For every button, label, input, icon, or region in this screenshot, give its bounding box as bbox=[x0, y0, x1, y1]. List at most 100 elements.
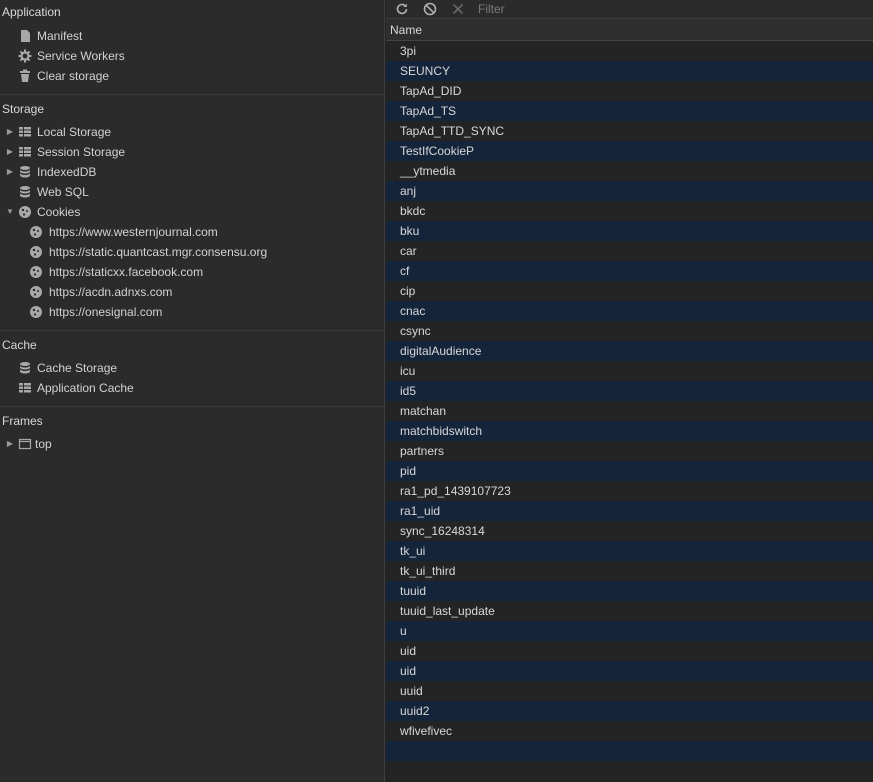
cookie-origin-label: https://static.quantcast.mgr.consensu.or… bbox=[49, 245, 268, 259]
grid-icon bbox=[18, 381, 32, 395]
sidebar-item-cookie-origin[interactable]: https://staticxx.facebook.com bbox=[0, 262, 384, 282]
cookie-origin-label: https://staticxx.facebook.com bbox=[49, 265, 204, 279]
table-row[interactable]: tk_ui bbox=[386, 541, 873, 561]
table-row-empty bbox=[386, 761, 873, 781]
table-row[interactable]: cf bbox=[386, 261, 873, 281]
sidebar-item-label: Web SQL bbox=[37, 185, 89, 199]
table-row[interactable]: u bbox=[386, 621, 873, 641]
table-row[interactable]: id5 bbox=[386, 381, 873, 401]
sidebar-item-frame-top[interactable]: ▶ top bbox=[0, 434, 384, 454]
frame-icon bbox=[18, 437, 32, 451]
sidebar-item-cookies[interactable]: ▼ Cookies bbox=[0, 202, 384, 222]
expand-arrow-icon[interactable]: ▶ bbox=[5, 142, 15, 162]
table-row[interactable]: bku bbox=[386, 221, 873, 241]
cookie-origin-label: https://www.westernjournal.com bbox=[49, 225, 218, 239]
table-row[interactable]: ra1_pd_1439107723 bbox=[386, 481, 873, 501]
cookie-icon bbox=[29, 225, 43, 239]
sidebar-item-clear-storage[interactable]: Clear storage bbox=[0, 66, 384, 86]
table-row[interactable]: TapAd_TTD_SYNC bbox=[386, 121, 873, 141]
cookie-icon bbox=[29, 265, 43, 279]
table-row[interactable]: pid bbox=[386, 461, 873, 481]
trash-icon bbox=[18, 69, 32, 83]
table-row[interactable]: __ytmedia bbox=[386, 161, 873, 181]
sidebar-item-cookie-origin[interactable]: https://acdn.adnxs.com bbox=[0, 282, 384, 302]
sidebar-item-label: Clear storage bbox=[37, 69, 110, 83]
sidebar-item-session-storage[interactable]: ▶ Session Storage bbox=[0, 142, 384, 162]
sidebar: Application Manifest Service Workers Cle… bbox=[0, 0, 385, 782]
table-row[interactable]: tk_ui_third bbox=[386, 561, 873, 581]
sidebar-item-label: Application Cache bbox=[37, 381, 134, 395]
database-icon bbox=[18, 165, 32, 179]
table-row[interactable]: cip bbox=[386, 281, 873, 301]
table-row[interactable]: cnac bbox=[386, 301, 873, 321]
table-row[interactable]: icu bbox=[386, 361, 873, 381]
refresh-icon[interactable] bbox=[394, 1, 410, 17]
cookie-icon bbox=[29, 285, 43, 299]
table-row[interactable]: tuuid bbox=[386, 581, 873, 601]
sidebar-item-cookie-origin[interactable]: https://www.westernjournal.com bbox=[0, 222, 384, 242]
sidebar-item-label: Session Storage bbox=[37, 145, 126, 159]
expand-arrow-icon[interactable]: ▶ bbox=[5, 162, 15, 182]
table-row[interactable]: SEUNCY bbox=[386, 61, 873, 81]
sidebar-item-label: Local Storage bbox=[37, 125, 112, 139]
sidebar-item-cookie-origin[interactable]: https://static.quantcast.mgr.consensu.or… bbox=[0, 242, 384, 262]
cookie-icon bbox=[29, 305, 43, 319]
table-row[interactable]: partners bbox=[386, 441, 873, 461]
table-row[interactable]: sync_16248314 bbox=[386, 521, 873, 541]
table-row[interactable]: bkdc bbox=[386, 201, 873, 221]
sidebar-item-cache-storage[interactable]: Cache Storage bbox=[0, 358, 384, 378]
cookie-icon bbox=[29, 245, 43, 259]
column-header-name[interactable]: Name bbox=[386, 19, 873, 41]
table-row[interactable]: TestIfCookieP bbox=[386, 141, 873, 161]
table-row[interactable]: wfivefivec bbox=[386, 721, 873, 741]
sidebar-item-label: IndexedDB bbox=[37, 165, 97, 179]
table-row[interactable]: matchan bbox=[386, 401, 873, 421]
collapse-arrow-icon[interactable]: ▼ bbox=[5, 202, 15, 222]
database-icon bbox=[18, 361, 32, 375]
block-icon[interactable] bbox=[422, 1, 438, 17]
section-title-cache: Cache bbox=[2, 338, 37, 352]
cookie-table-panel: Name 3piSEUNCYTapAd_DIDTapAd_TSTapAd_TTD… bbox=[386, 0, 873, 782]
sidebar-item-local-storage[interactable]: ▶ Local Storage bbox=[0, 122, 384, 142]
table-row[interactable]: uuid2 bbox=[386, 701, 873, 721]
sidebar-item-service-workers[interactable]: Service Workers bbox=[0, 46, 384, 66]
sidebar-item-web-sql[interactable]: Web SQL bbox=[0, 182, 384, 202]
sidebar-item-manifest[interactable]: Manifest bbox=[0, 26, 384, 46]
sidebar-item-label: Cache Storage bbox=[37, 361, 118, 375]
table-row[interactable]: digitalAudience bbox=[386, 341, 873, 361]
table-row[interactable]: car bbox=[386, 241, 873, 261]
close-icon[interactable] bbox=[450, 1, 466, 17]
table-row[interactable]: tuuid_last_update bbox=[386, 601, 873, 621]
table-row[interactable]: TapAd_TS bbox=[386, 101, 873, 121]
table-row[interactable]: 3pi bbox=[386, 41, 873, 61]
section-title-application: Application bbox=[2, 5, 61, 19]
cookie-origin-label: https://acdn.adnxs.com bbox=[49, 285, 173, 299]
table-row-empty bbox=[386, 741, 873, 761]
divider bbox=[0, 94, 384, 95]
table-row[interactable]: uuid bbox=[386, 681, 873, 701]
database-icon bbox=[18, 185, 32, 199]
table-row[interactable]: anj bbox=[386, 181, 873, 201]
sidebar-item-application-cache[interactable]: Application Cache bbox=[0, 378, 384, 398]
cookie-origin-label: https://onesignal.com bbox=[49, 305, 163, 319]
cookie-origin-list: https://www.westernjournal.com https://st… bbox=[0, 222, 384, 322]
table-row[interactable]: ra1_uid bbox=[386, 501, 873, 521]
toolbar bbox=[386, 0, 873, 19]
table-row[interactable]: csync bbox=[386, 321, 873, 341]
sidebar-item-cookie-origin[interactable]: https://onesignal.com bbox=[0, 302, 384, 322]
table-row[interactable]: matchbidswitch bbox=[386, 421, 873, 441]
expand-arrow-icon[interactable]: ▶ bbox=[5, 434, 15, 454]
section-title-storage: Storage bbox=[2, 102, 45, 116]
table-row[interactable]: uid bbox=[386, 641, 873, 661]
filter-input[interactable] bbox=[474, 0, 782, 18]
expand-arrow-icon[interactable]: ▶ bbox=[5, 122, 15, 142]
sidebar-item-label: top bbox=[35, 437, 52, 451]
cookie-table-body: 3pi SEUNCY TapAd_DID TapAd_TS TapAd_TTD_SYNC… bbox=[386, 41, 873, 781]
sidebar-item-indexeddb[interactable]: ▶ IndexedDB bbox=[0, 162, 384, 182]
section-title-frames: Frames bbox=[2, 414, 43, 428]
table-row[interactable]: uid bbox=[386, 661, 873, 681]
sidebar-item-label: Service Workers bbox=[37, 49, 125, 63]
table-row[interactable]: TapAd_DID bbox=[386, 81, 873, 101]
grid-icon bbox=[18, 125, 32, 139]
sidebar-item-label: Manifest bbox=[37, 29, 83, 43]
